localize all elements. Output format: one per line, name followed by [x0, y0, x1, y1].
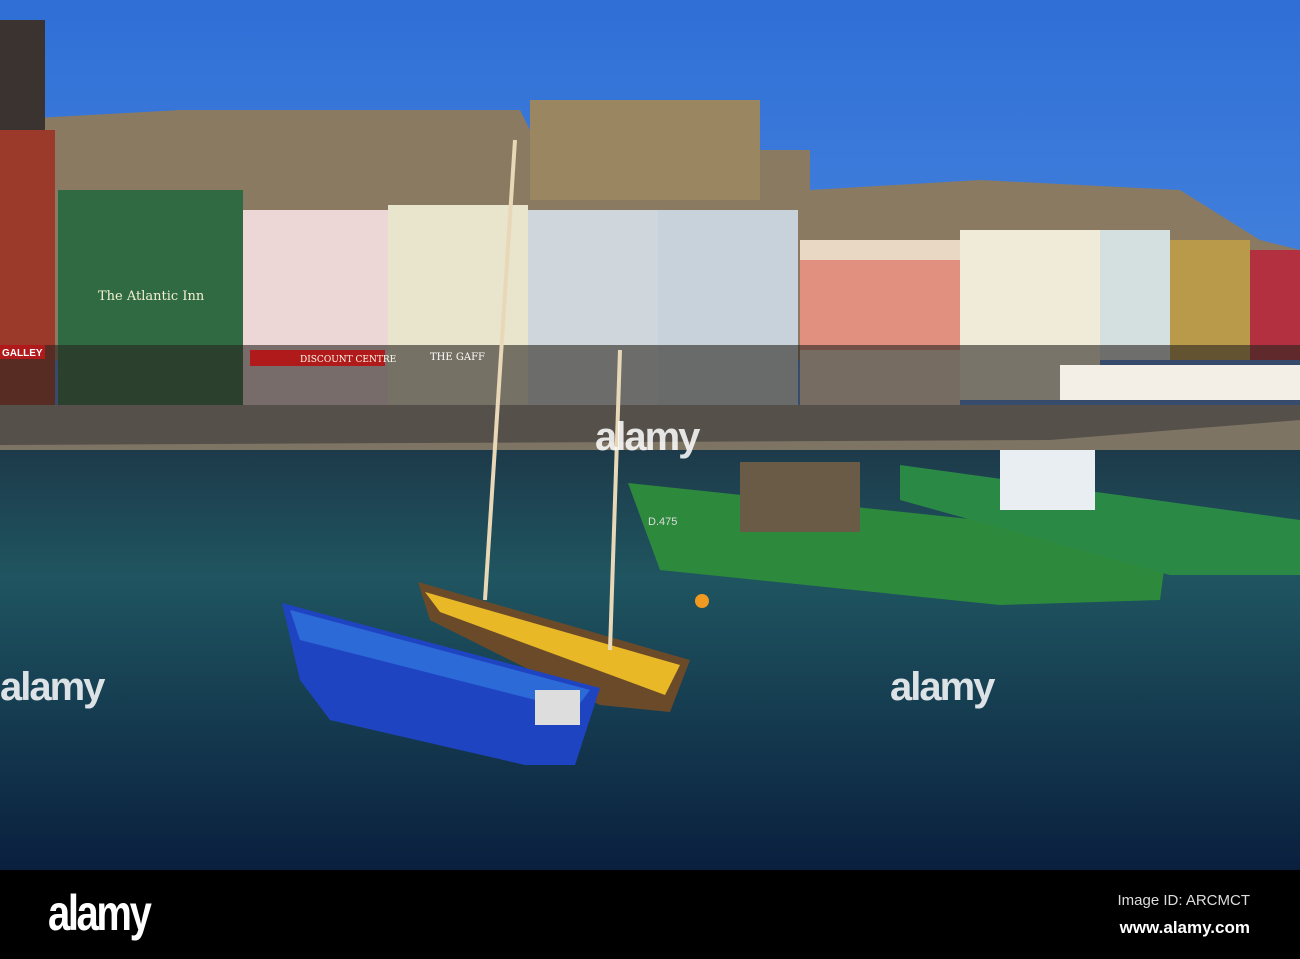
boat-registration: D.475	[648, 516, 677, 528]
footer-bar: alamy Image ID: ARCMCT www.alamy.com	[0, 870, 1300, 959]
image-id: Image ID: ARCMCT	[1117, 892, 1250, 909]
sign-gaff: THE GAFF	[430, 352, 485, 363]
alamy-logo[interactable]: alamy	[48, 884, 152, 942]
sign-discount: DISCOUNT CENTRE	[300, 355, 396, 365]
buoy	[695, 594, 709, 608]
watermark: alamy	[0, 665, 105, 709]
stock-photo-page: The Atlantic Inn DISCOUNT CENTRE THE GAF…	[0, 0, 1300, 959]
sign-galley: GALLEY	[2, 348, 43, 359]
watermark: alamy	[890, 665, 995, 709]
sign-atlantic-inn: The Atlantic Inn	[98, 289, 205, 304]
watermark: alamy	[595, 415, 700, 459]
website-link[interactable]: www.alamy.com	[1120, 918, 1250, 938]
